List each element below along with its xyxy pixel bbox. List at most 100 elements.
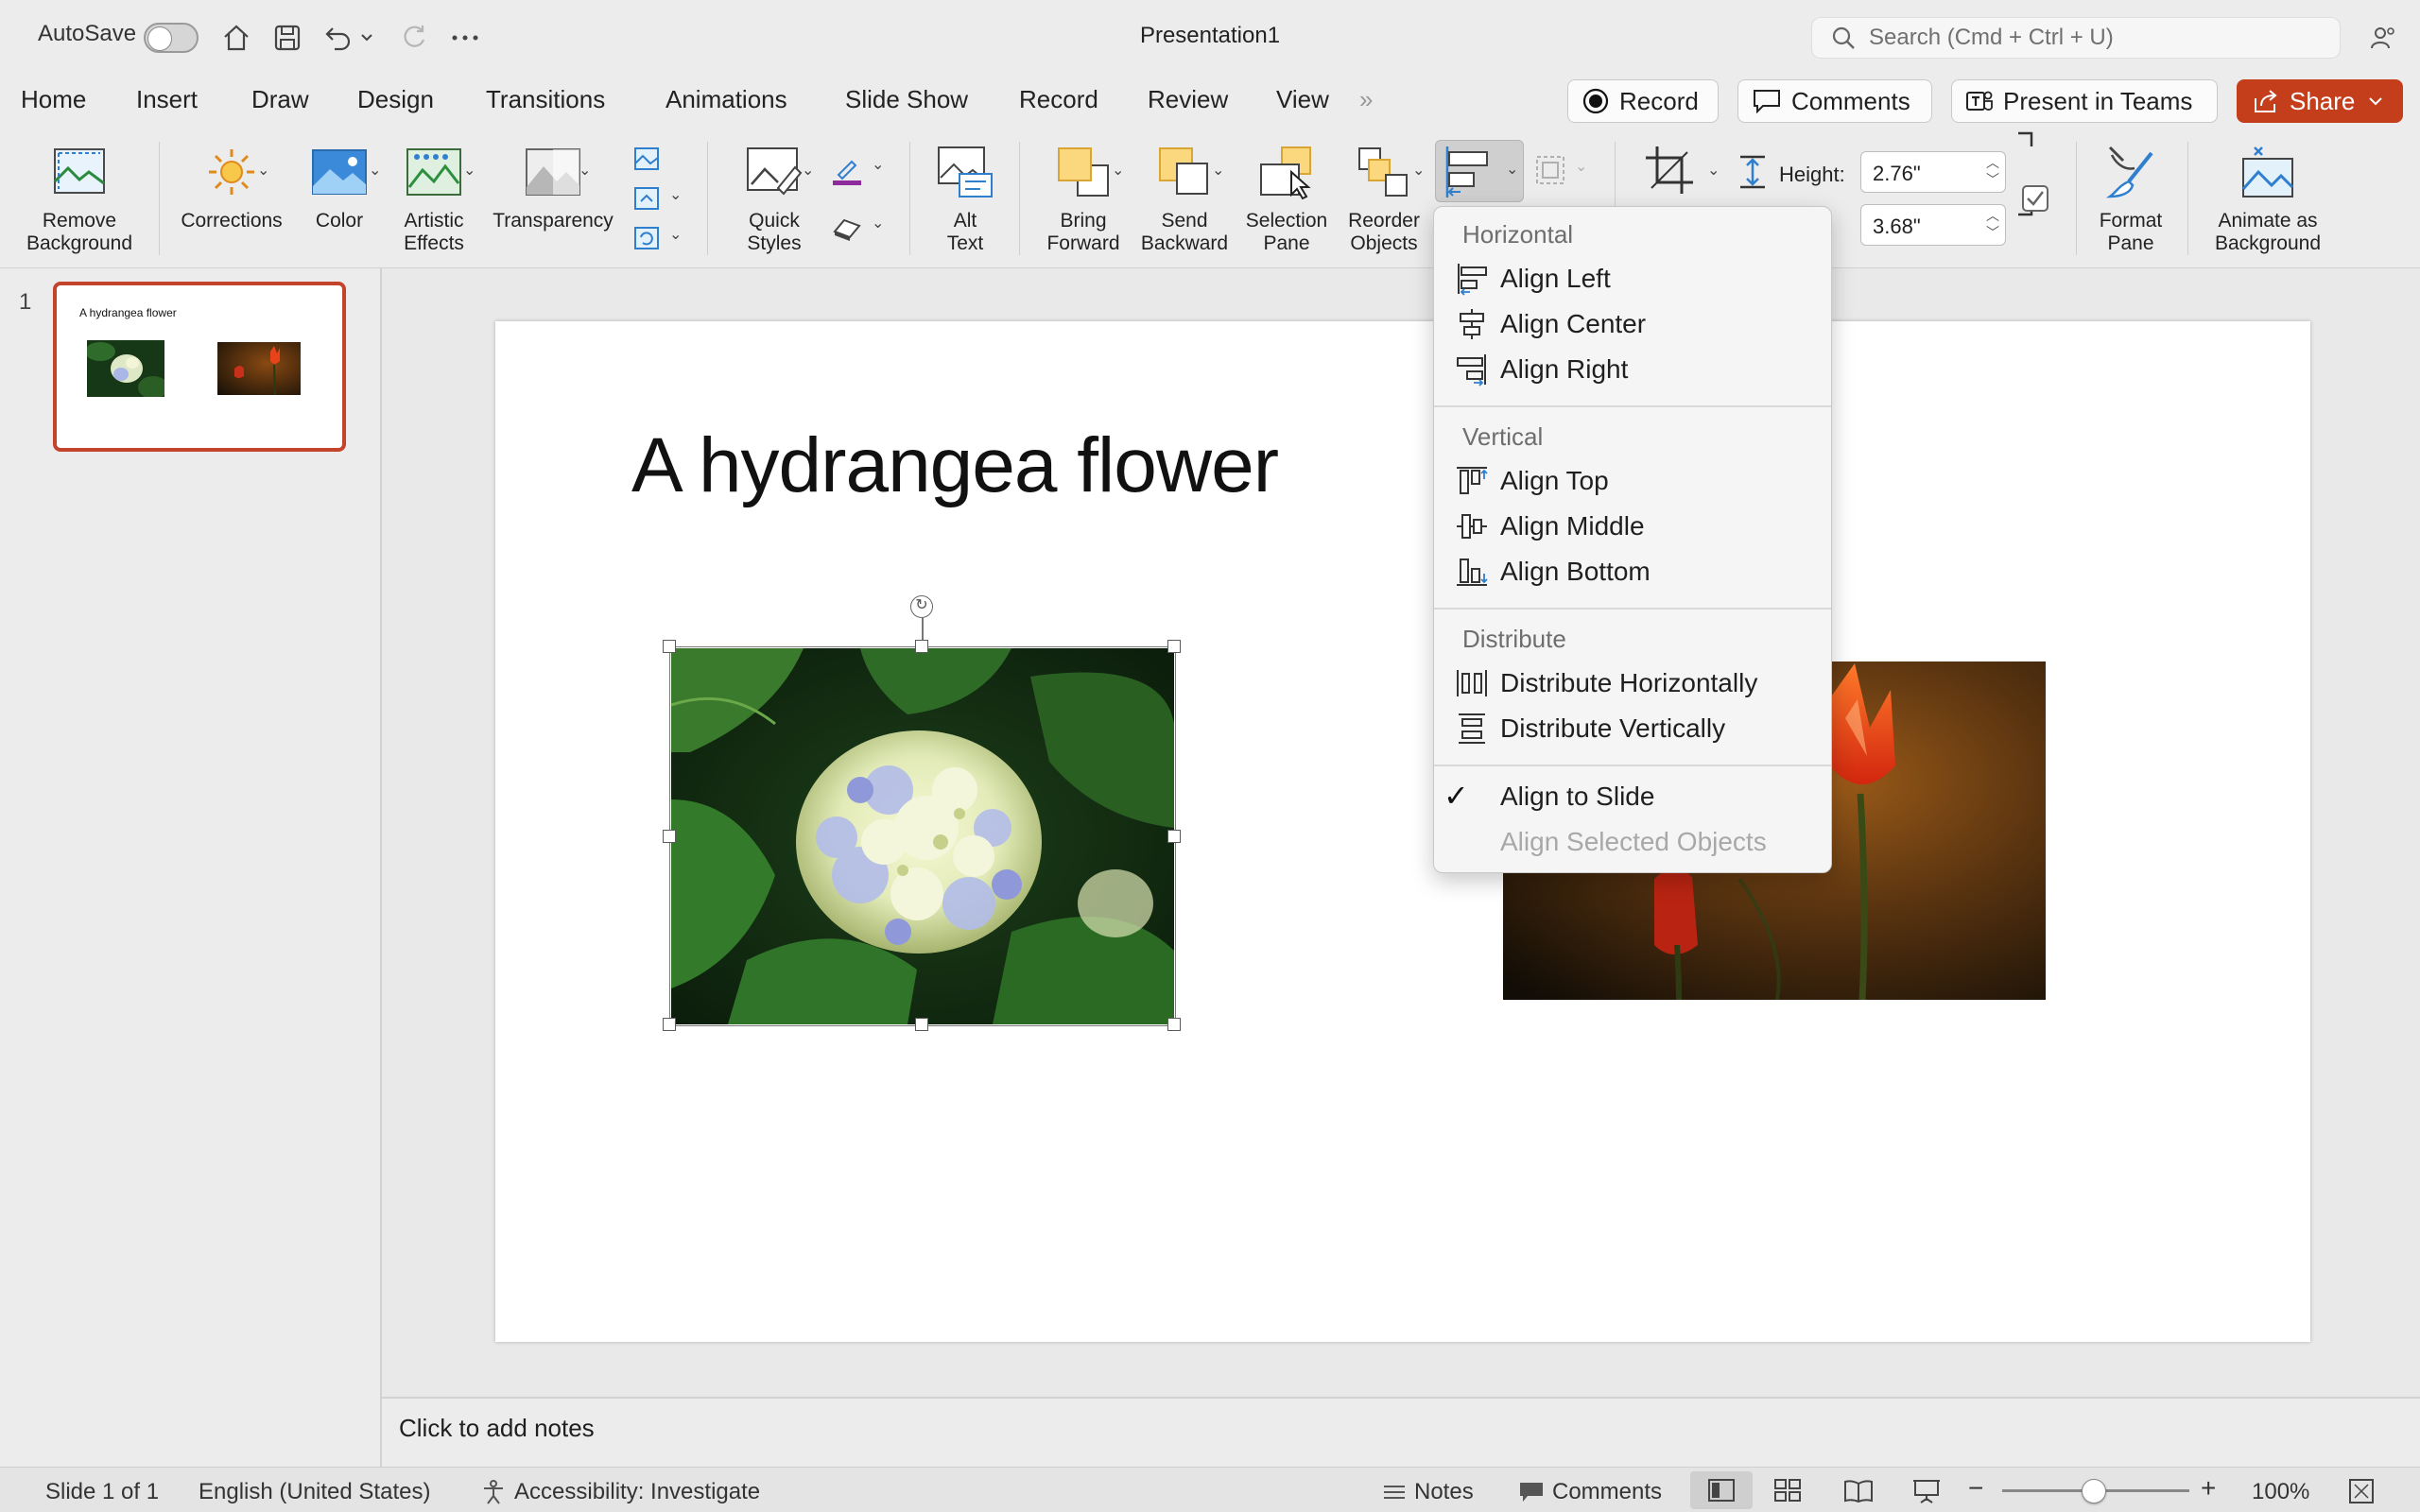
- format-pane-button[interactable]: Format Pane: [2087, 142, 2174, 255]
- redo-icon[interactable]: [395, 19, 433, 57]
- tab-slide-show[interactable]: Slide Show: [845, 85, 968, 114]
- tab-insert[interactable]: Insert: [136, 85, 198, 114]
- width-stepper[interactable]: ︿ ﹀: [1986, 207, 1999, 241]
- animate-as-background-button[interactable]: Animate as Background: [2199, 142, 2337, 255]
- zoom-level[interactable]: 100%: [2252, 1479, 2309, 1505]
- height-input[interactable]: 2.76" ︿ ﹀: [1860, 151, 2006, 193]
- reading-view-icon[interactable]: [1843, 1478, 1874, 1503]
- menu-align-bottom[interactable]: Align Bottom: [1453, 551, 1812, 593]
- language-status[interactable]: English (United States): [199, 1479, 430, 1505]
- home-icon[interactable]: [217, 19, 255, 57]
- bring-forward-dropdown-icon[interactable]: ⌄: [1112, 161, 1124, 180]
- remove-background-button[interactable]: Remove Background: [21, 142, 138, 255]
- tab-draw[interactable]: Draw: [251, 85, 309, 114]
- artistic-effects-button[interactable]: Artistic Effects: [389, 142, 478, 255]
- menu-align-middle[interactable]: Align Middle: [1453, 506, 1812, 547]
- menu-align-center[interactable]: Align Center: [1453, 303, 1812, 345]
- crop-dropdown-icon[interactable]: ⌄: [1707, 161, 1720, 180]
- artistic-effects-dropdown-icon[interactable]: ⌄: [463, 161, 475, 180]
- record-icon: [1582, 88, 1609, 114]
- color-dropdown-icon[interactable]: ⌄: [369, 161, 381, 180]
- zoom-in-icon[interactable]: +: [2201, 1473, 2216, 1503]
- fit-slide-icon[interactable]: [2348, 1478, 2375, 1504]
- resize-handle-bottom[interactable]: [915, 1018, 928, 1031]
- transparency-button[interactable]: Transparency: [486, 142, 620, 232]
- group-dropdown-icon[interactable]: ⌄: [1575, 157, 1587, 176]
- menu-align-top[interactable]: Align Top: [1453, 460, 1812, 502]
- comments-button[interactable]: Comments: [1737, 79, 1932, 123]
- width-input[interactable]: 3.68" ︿ ﹀: [1860, 204, 2006, 246]
- transparency-dropdown-icon[interactable]: ⌄: [579, 161, 591, 180]
- change-picture-icon[interactable]: [628, 180, 666, 217]
- save-icon[interactable]: [268, 19, 306, 57]
- quick-styles-button[interactable]: Quick Styles: [720, 142, 828, 255]
- notes-button[interactable]: Notes: [1382, 1479, 1474, 1505]
- tab-record[interactable]: Record: [1019, 85, 1098, 114]
- picture-border-icon[interactable]: [828, 151, 866, 189]
- undo-icon[interactable]: [320, 19, 357, 57]
- resize-handle-top-right[interactable]: [1167, 640, 1181, 653]
- picture-border-dropdown-icon[interactable]: ⌄: [872, 155, 884, 174]
- status-comments-button[interactable]: Comments: [1518, 1479, 1662, 1505]
- more-icon[interactable]: [446, 19, 484, 57]
- align-button[interactable]: ⌄: [1435, 140, 1524, 202]
- resize-handle-bottom-right[interactable]: [1167, 1018, 1181, 1031]
- resize-handle-top[interactable]: [915, 640, 928, 653]
- tab-overflow-icon[interactable]: »: [1359, 85, 1373, 114]
- resize-handle-left[interactable]: [663, 830, 676, 843]
- zoom-out-icon[interactable]: −: [1968, 1473, 1983, 1503]
- alt-text-button[interactable]: Alt Text: [923, 142, 1008, 255]
- send-backward-button[interactable]: Send Backward: [1134, 142, 1235, 255]
- rotate-handle-icon[interactable]: ↻: [910, 595, 933, 618]
- picture-effects-dropdown-icon[interactable]: ⌄: [872, 214, 884, 232]
- color-button[interactable]: Color: [297, 142, 382, 232]
- bring-forward-button[interactable]: Bring Forward: [1032, 142, 1134, 255]
- lock-aspect-ratio-checkbox[interactable]: [2019, 180, 2051, 217]
- record-button[interactable]: Record: [1567, 79, 1719, 123]
- slide-show-view-icon[interactable]: [1911, 1478, 1942, 1504]
- crop-icon[interactable]: [1641, 142, 1698, 198]
- present-in-teams-button[interactable]: Present in Teams: [1951, 79, 2218, 123]
- menu-align-right[interactable]: Align Right: [1453, 349, 1812, 390]
- normal-view-button[interactable]: [1690, 1471, 1753, 1509]
- change-picture-dropdown-icon[interactable]: ⌄: [669, 185, 682, 204]
- reset-picture-dropdown-icon[interactable]: ⌄: [669, 225, 682, 244]
- corrections-dropdown-icon[interactable]: ⌄: [257, 161, 269, 180]
- resize-handle-right[interactable]: [1167, 830, 1181, 843]
- undo-dropdown-icon[interactable]: [355, 19, 378, 57]
- send-backward-dropdown-icon[interactable]: ⌄: [1212, 161, 1224, 180]
- tab-animations[interactable]: Animations: [666, 85, 787, 114]
- notes-placeholder[interactable]: Click to add notes: [399, 1414, 595, 1443]
- compress-pictures-icon[interactable]: [628, 140, 666, 178]
- group-icon[interactable]: [1531, 151, 1569, 189]
- reorder-objects-button[interactable]: Reorder Objects: [1339, 142, 1429, 255]
- corrections-button[interactable]: Corrections: [170, 142, 293, 232]
- zoom-slider-thumb[interactable]: [2082, 1479, 2106, 1503]
- share-button[interactable]: Share: [2237, 79, 2403, 123]
- tab-transitions[interactable]: Transitions: [486, 85, 605, 114]
- selection-pane-button[interactable]: Selection Pane: [1235, 142, 1339, 255]
- menu-align-to-slide[interactable]: Align to Slide: [1500, 776, 1812, 817]
- slide-title[interactable]: A hydrangea flower: [631, 421, 1279, 510]
- search-box[interactable]: Search (Cmd + Ctrl + U): [1811, 17, 2341, 59]
- quick-styles-dropdown-icon[interactable]: ⌄: [802, 161, 814, 180]
- picture-effects-icon[interactable]: [828, 210, 866, 248]
- height-stepper[interactable]: ︿ ﹀: [1986, 154, 1999, 188]
- resize-handle-bottom-left[interactable]: [663, 1018, 676, 1031]
- account-icon[interactable]: [2363, 19, 2401, 57]
- menu-distribute-vertically[interactable]: Distribute Vertically: [1453, 708, 1812, 749]
- reset-picture-icon[interactable]: [628, 219, 666, 257]
- bring-forward-icon: [1053, 142, 1114, 202]
- accessibility-status[interactable]: Accessibility: Investigate: [480, 1479, 760, 1505]
- tab-review[interactable]: Review: [1148, 85, 1228, 114]
- tab-home[interactable]: Home: [21, 85, 86, 114]
- reorder-objects-dropdown-icon[interactable]: ⌄: [1412, 161, 1425, 180]
- slide-thumbnail[interactable]: A hydrangea flower: [53, 282, 346, 452]
- tab-design[interactable]: Design: [357, 85, 434, 114]
- menu-align-left[interactable]: Align Left: [1453, 258, 1812, 300]
- resize-handle-top-left[interactable]: [663, 640, 676, 653]
- autosave-toggle[interactable]: [144, 23, 199, 53]
- tab-view[interactable]: View: [1276, 85, 1329, 114]
- slide-sorter-icon[interactable]: [1773, 1478, 1802, 1503]
- menu-distribute-horizontally[interactable]: Distribute Horizontally: [1453, 662, 1812, 704]
